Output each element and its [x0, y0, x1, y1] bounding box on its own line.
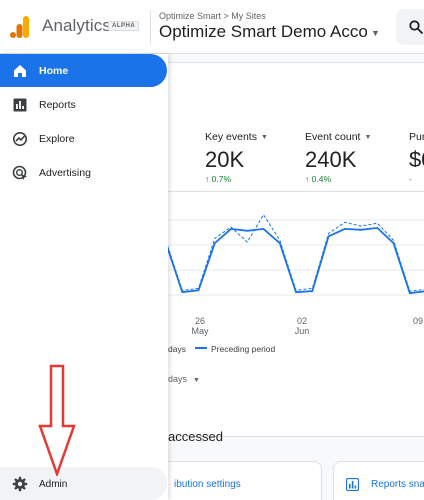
series-line-solid: [168, 226, 424, 295]
analytics-logo-icon[interactable]: [10, 16, 30, 38]
x-tick-day: 26: [195, 316, 205, 326]
home-icon: [14, 65, 26, 77]
header-divider: [150, 10, 151, 44]
metric-key-events-label[interactable]: Key events ▼: [205, 131, 268, 143]
metric-purchase-change: -: [409, 174, 412, 184]
left-nav: Home Reports Explore Advertising Admin: [0, 54, 168, 500]
x-tick-day: 02: [297, 316, 307, 326]
chevron-down-icon: ▼: [193, 377, 200, 384]
x-tick-month: Jun: [295, 326, 310, 336]
dashed-line-swatch: [195, 347, 207, 349]
metric-purchase-value: $0: [409, 147, 424, 167]
metric-event-count-change: ↑ 0.4%: [305, 174, 331, 184]
search-icon: [409, 20, 423, 34]
nav-item-reports[interactable]: Reports: [0, 88, 167, 121]
gear-icon: [12, 476, 28, 492]
x-tick-month: May: [191, 326, 209, 336]
bar-chart-icon: [13, 98, 27, 112]
change-value: 0.7%: [211, 174, 231, 184]
metric-label-text: Key events: [205, 131, 257, 143]
annotation-arrow-icon: [38, 364, 76, 476]
arrow-up-icon: ↑: [305, 174, 310, 184]
chevron-down-icon: ▼: [364, 134, 372, 141]
metric-purchase-label[interactable]: Pur: [409, 131, 424, 143]
nav-item-home[interactable]: Home: [0, 54, 167, 87]
search-button[interactable]: [396, 9, 424, 45]
change-value: 0.4%: [311, 174, 331, 184]
series-line-dashed: [168, 213, 424, 292]
trend-line-chart: 26May 02Jun 09: [168, 213, 424, 336]
chevron-down-icon: ▼: [260, 134, 268, 141]
nav-item-admin[interactable]: Admin: [0, 467, 167, 500]
alpha-badge: ALPHA: [108, 21, 140, 31]
recently-accessed-title: accessed: [168, 429, 223, 444]
advertising-icon: [12, 165, 27, 180]
legend-label: Preceding period: [211, 344, 276, 354]
divider: [168, 191, 424, 192]
metric-key-events-change: ↑ 0.7%: [205, 174, 231, 184]
nav-item-label: Advertising: [39, 167, 91, 179]
explore-icon: [13, 132, 27, 146]
nav-item-label: Home: [39, 65, 69, 77]
app-name: Analytics: [42, 16, 111, 35]
chevron-down-icon[interactable]: ▼: [371, 28, 380, 38]
date-range-select[interactable]: days ▼: [168, 374, 200, 384]
bar-chart-icon: [346, 478, 359, 491]
date-range-value: days: [168, 374, 188, 384]
metric-event-count-value: 240K: [305, 147, 357, 167]
metric-label-text: Event count: [305, 131, 361, 143]
legend-previous: Preceding period: [195, 344, 275, 354]
top-app-bar: Analytics ALPHA Optimize Smart > My Site…: [0, 0, 424, 54]
nav-item-label: Explore: [39, 133, 75, 145]
nav-item-label: Reports: [39, 99, 76, 111]
attribution-settings-link[interactable]: ibution settings: [174, 479, 241, 490]
nav-item-advertising[interactable]: Advertising: [0, 156, 167, 189]
nav-item-explore[interactable]: Explore: [0, 122, 167, 155]
x-tick-day: 09: [413, 316, 423, 326]
reports-snapshot-link[interactable]: Reports sna: [371, 479, 424, 490]
nav-item-label: Admin: [39, 479, 68, 490]
metric-event-count-label[interactable]: Event count ▼: [305, 131, 371, 143]
account-selector[interactable]: Optimize Smart Demo Acco...: [159, 22, 367, 42]
legend-current: days: [168, 344, 186, 354]
arrow-up-icon: ↑: [205, 174, 210, 184]
breadcrumb[interactable]: Optimize Smart > My Sites: [159, 11, 266, 21]
metric-key-events-value: 20K: [205, 147, 245, 167]
